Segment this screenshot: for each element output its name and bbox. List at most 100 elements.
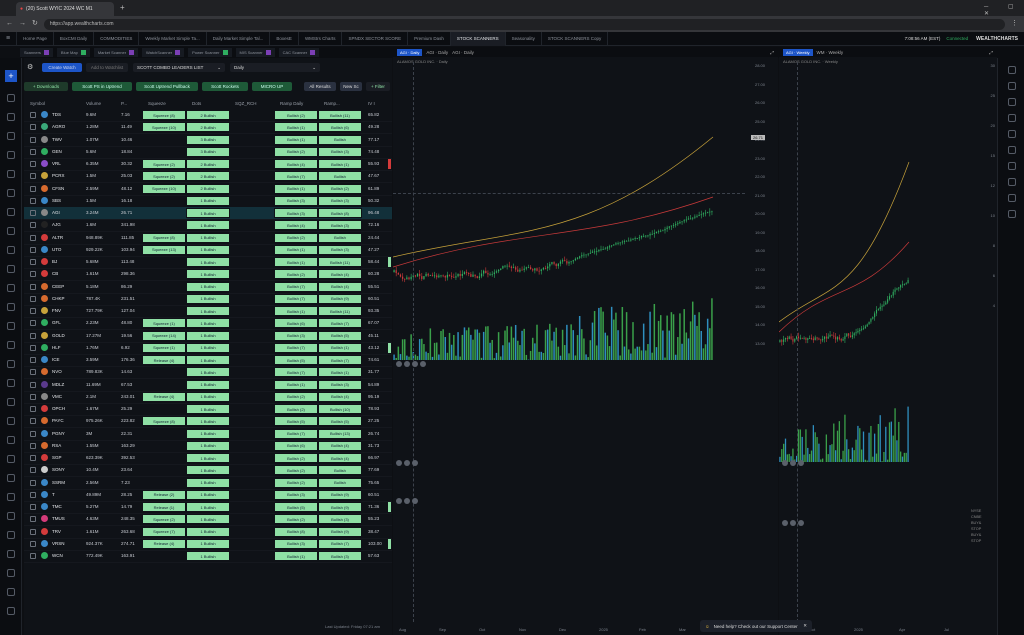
support-help-banner[interactable]: ☺ Need help? Check out our Support Cente…	[700, 620, 812, 632]
app-tab[interactable]: BoxesE	[270, 31, 299, 46]
row-checkbox[interactable]	[30, 455, 36, 461]
col-iv[interactable]: IV I	[368, 101, 375, 106]
daily-candles[interactable]	[393, 62, 745, 362]
timeframe-select[interactable]: Daily ⌄	[230, 63, 320, 72]
tool-icon[interactable]	[7, 417, 15, 425]
extensions-icon[interactable]: ⋮	[1011, 20, 1018, 28]
row-checkbox[interactable]	[30, 418, 36, 425]
tool-icon[interactable]	[7, 265, 15, 273]
tool-icon[interactable]	[7, 189, 15, 197]
app-tab[interactable]: Weekly Market Simple Ta...	[139, 31, 207, 46]
col-sqz-rch[interactable]: SQZ_RCH	[235, 101, 257, 106]
side-tool-icon[interactable]	[1008, 178, 1016, 186]
sub-tab[interactable]: CAC Scanner	[278, 48, 320, 57]
table-row[interactable]: SBS 1.5M 16.18 1 Bullish Bullish (3) Bullish …	[24, 195, 392, 208]
table-row[interactable]: HLF 1.76M 6.92 Squeeze (1) 1 Bullish Bullish …	[24, 342, 392, 355]
tool-icon[interactable]	[7, 227, 15, 235]
cell-symbol[interactable]: AGI	[52, 210, 60, 215]
cell-symbol[interactable]: TDS	[52, 112, 61, 117]
sub-tab[interactable]: WatchScanner	[142, 48, 185, 57]
filter-rockets[interactable]: Scott Rockets	[202, 82, 248, 91]
filter-ps-uptrend[interactable]: Scott PS in Uptrend	[72, 82, 132, 91]
expand-icon[interactable]: ⤢	[770, 50, 774, 55]
cell-symbol[interactable]: T	[52, 492, 55, 497]
tool-icon[interactable]	[7, 303, 15, 311]
table-row[interactable]: TMC 5.27M 14.79 Release (1) 1 Bullish Bullish…	[24, 501, 392, 515]
row-checkbox[interactable]	[30, 112, 36, 118]
app-tab[interactable]: STOCK SCANNERS	[450, 31, 506, 46]
cell-symbol[interactable]: TWV	[52, 137, 62, 142]
side-tool-icon[interactable]	[1008, 98, 1016, 106]
cell-symbol[interactable]: SBS	[52, 198, 61, 203]
col-ramp-daily[interactable]: Ramp Daily	[280, 101, 303, 106]
cell-symbol[interactable]: GEN	[52, 149, 62, 154]
reload-icon[interactable]: ↻	[32, 20, 38, 28]
table-row[interactable]: AJG 1.6M 341.98 1 Bullish Bullish (4) Bullish…	[24, 219, 392, 233]
window-controls[interactable]: ─ ▢ ✕	[984, 3, 1024, 17]
cell-symbol[interactable]: SSRM	[52, 480, 65, 485]
table-row[interactable]: NVO 789.83K 14.63 1 Bullish Bullish (7) Bulli…	[24, 366, 392, 380]
tool-icon[interactable]	[7, 132, 15, 140]
tool-icon[interactable]	[7, 170, 15, 178]
side-tool-icon[interactable]	[1008, 210, 1016, 218]
col-squeeze[interactable]: Squeeze	[148, 101, 166, 106]
tool-icon[interactable]	[7, 208, 15, 216]
tool-icon[interactable]	[7, 94, 15, 102]
filter-micro-up[interactable]: MICRO UP	[252, 82, 292, 91]
cell-symbol[interactable]: TMC	[52, 504, 62, 509]
row-checkbox[interactable]	[30, 553, 36, 559]
row-checkbox[interactable]	[30, 381, 36, 388]
row-checkbox[interactable]	[30, 161, 36, 167]
table-row[interactable]: FNV 727.79K 127.04 1 Bullish Bullish (1) Bull…	[24, 305, 392, 319]
row-checkbox[interactable]	[30, 148, 36, 155]
cell-symbol[interactable]: VRSN	[52, 541, 65, 546]
table-row[interactable]: GOLD 17.27M 19.56 Squeeze (14) 1 Bullish Bull…	[24, 330, 392, 343]
row-checkbox[interactable]	[30, 393, 36, 400]
row-checkbox[interactable]	[30, 344, 36, 351]
settings-icon[interactable]: ⚙	[27, 63, 33, 71]
cell-symbol[interactable]: TRV	[52, 529, 61, 534]
table-row[interactable]: CB 1.61M 298.36 1 Bullish Bullish (2) Bullish…	[24, 268, 392, 282]
row-checkbox[interactable]	[30, 467, 36, 474]
cell-symbol[interactable]: ALTR	[52, 235, 63, 240]
row-checkbox[interactable]	[30, 491, 36, 498]
cell-symbol[interactable]: VMC	[52, 394, 62, 399]
tool-icon[interactable]	[7, 531, 15, 539]
sub-tab[interactable]: Scanners	[20, 48, 53, 57]
table-row[interactable]: UTO 929.22K 103.94 Squeeze (13) 1 Bullish Bul…	[24, 244, 392, 257]
tool-icon[interactable]	[7, 151, 15, 159]
tool-icon[interactable]	[7, 360, 15, 368]
table-row[interactable]: MDLZ 11.69M 67.53 1 Bullish Bullish (1) Bulli…	[24, 379, 392, 392]
tool-icon[interactable]	[7, 607, 15, 615]
weekly-chart-panel[interactable]: AGI · Weekly WM · Weekly ⤢ ALAMOS GOLD I…	[779, 48, 997, 635]
cell-symbol[interactable]: TMUS	[52, 516, 65, 521]
cell-symbol[interactable]: NVO	[52, 369, 62, 374]
cell-symbol[interactable]: FNV	[52, 308, 61, 313]
table-row[interactable]: TWV 1.07M 10.46 3 Bullish Bullish (1) Bullish…	[24, 134, 392, 147]
table-row[interactable]: AGI 3.24M 26.71 1 Bullish Bullish (3) Bullish…	[24, 207, 392, 221]
row-checkbox[interactable]	[30, 283, 36, 290]
all-results-button[interactable]: All Results	[304, 82, 336, 91]
list-select[interactable]: SCOTT COMBO LEADERS LIST ⌄	[133, 63, 225, 72]
row-checkbox[interactable]	[30, 528, 36, 535]
cell-symbol[interactable]: GFL	[52, 320, 61, 325]
table-row[interactable]: T 49.89M 28.25 Release (2) 1 Bullish Bullish …	[24, 489, 392, 502]
app-tab[interactable]: Seasonality	[506, 31, 542, 46]
app-tab[interactable]: SPNDX SECTOR SCORE	[342, 31, 409, 46]
add-filter-button[interactable]: + Filter	[366, 82, 390, 91]
tool-icon[interactable]	[7, 284, 15, 292]
tool-icon[interactable]	[7, 512, 15, 520]
row-checkbox[interactable]	[30, 430, 36, 437]
cell-symbol[interactable]: PGNY	[52, 431, 65, 436]
table-row[interactable]: VRSN 924.37K 274.71 Release (4) 1 Bullish Bul…	[24, 538, 392, 551]
new-scan-button[interactable]: New Sc	[340, 82, 362, 91]
table-row[interactable]: WCN 772.49K 163.91 1 Bullish Bullish (1) Bull…	[24, 550, 392, 564]
row-checkbox[interactable]	[30, 234, 36, 241]
app-tab[interactable]: Daily Market Simple Tal...	[207, 31, 271, 46]
table-row[interactable]: CEEP 5.18M 86.29 1 Bullish Bullish (7) Bullis…	[24, 281, 392, 294]
cell-symbol[interactable]: MDLZ	[52, 382, 64, 387]
downloads-button[interactable]: + Downloads	[24, 82, 68, 91]
tool-icon[interactable]	[7, 341, 15, 349]
row-checkbox[interactable]	[30, 222, 36, 229]
cell-symbol[interactable]: VRL	[52, 161, 61, 166]
